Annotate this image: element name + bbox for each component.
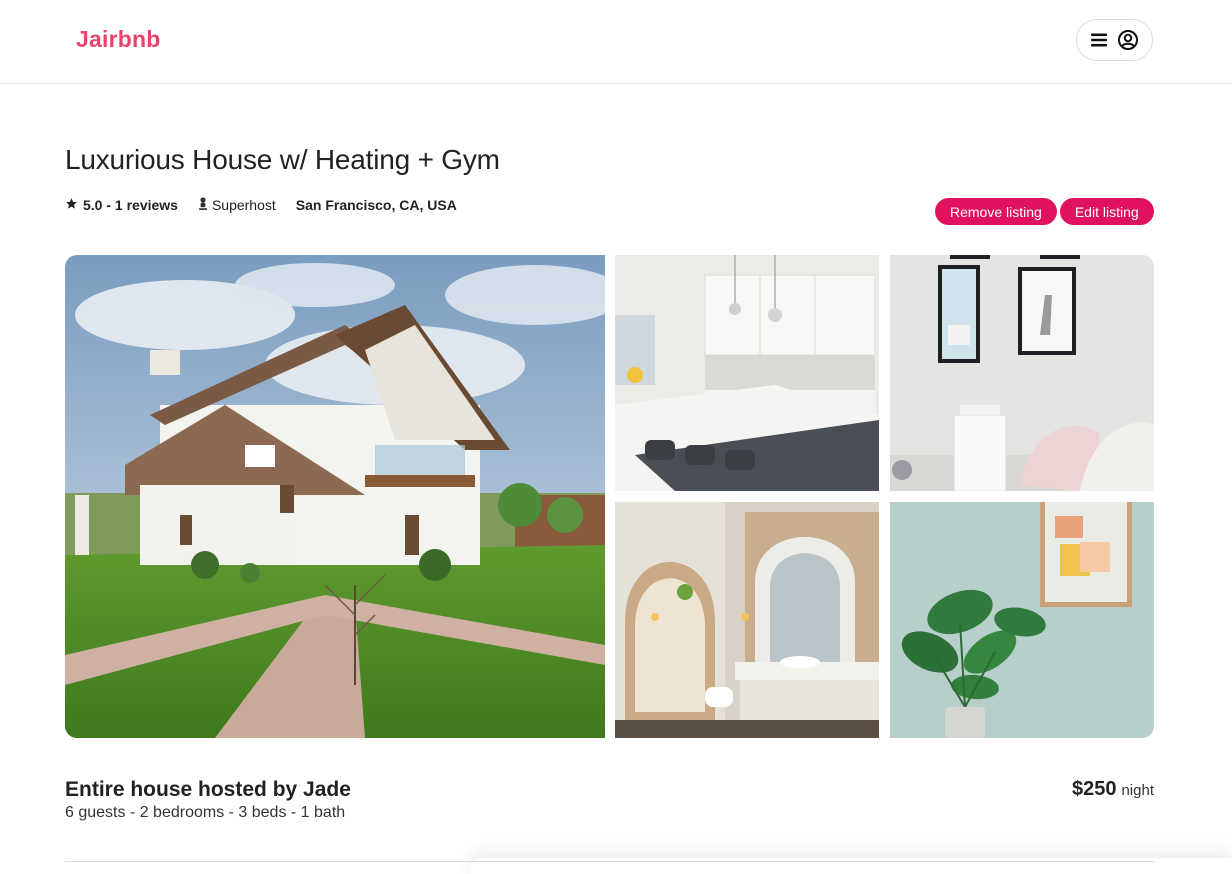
price-unit: night xyxy=(1121,782,1154,799)
user-menu-button[interactable] xyxy=(1076,19,1153,61)
photo-gallery xyxy=(65,255,1154,738)
remove-listing-button[interactable]: Remove listing xyxy=(935,198,1057,225)
price: $250 night xyxy=(1072,778,1154,801)
hamburger-icon xyxy=(1090,32,1108,48)
photo-plant-wall[interactable] xyxy=(890,502,1154,738)
star-icon xyxy=(65,197,78,213)
listing-details: 6 guests - 2 bedrooms - 3 beds - 1 bath xyxy=(65,804,346,821)
listing-meta: 5.0 - 1 reviews Superhost San Francisco,… xyxy=(65,196,457,214)
rating: 5.0 - 1 reviews xyxy=(65,197,178,213)
rating-text: 5.0 - 1 reviews xyxy=(83,197,178,213)
hosted-by: Entire house hosted by Jade xyxy=(65,778,351,801)
user-circle-icon xyxy=(1117,29,1139,51)
superhost-badge: Superhost xyxy=(198,196,276,214)
logo[interactable]: Jairbnb xyxy=(76,26,160,53)
section-divider xyxy=(65,861,1154,862)
photo-living-room[interactable] xyxy=(890,255,1154,491)
listing-actions: Remove listing Edit listing xyxy=(935,198,1154,225)
location: San Francisco, CA, USA xyxy=(295,197,457,213)
navbar: Jairbnb xyxy=(0,0,1232,84)
price-amount: $250 xyxy=(1071,778,1117,800)
photo-kitchen[interactable] xyxy=(615,255,879,491)
photo-bathroom[interactable] xyxy=(615,502,879,738)
photo-house-exterior[interactable] xyxy=(65,255,605,738)
listing-title: Luxurious House w/ Heating + Gym xyxy=(65,144,500,175)
edit-listing-button[interactable]: Edit listing xyxy=(1059,198,1154,225)
person-icon xyxy=(198,196,208,214)
superhost-label: Superhost xyxy=(211,197,276,213)
